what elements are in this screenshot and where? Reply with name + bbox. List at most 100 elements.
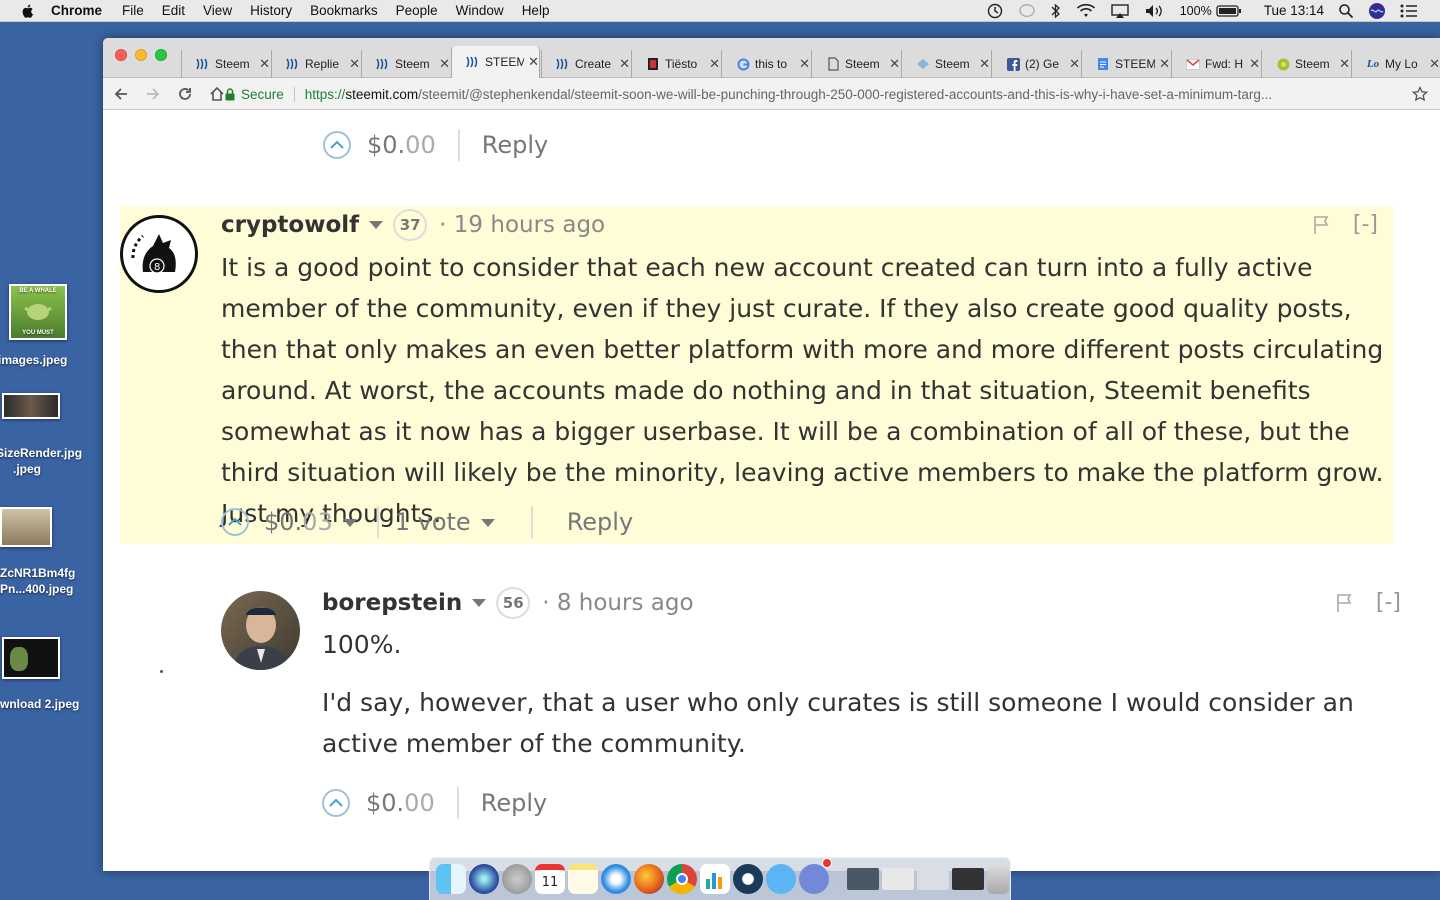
flag-icon[interactable]	[1336, 593, 1354, 613]
payout-amount[interactable]: $0.00	[367, 131, 436, 159]
menu-history[interactable]: History	[250, 3, 292, 18]
author-name[interactable]: borepstein	[322, 590, 462, 616]
collapse-toggle[interactable]: [-]	[1353, 212, 1378, 237]
payout-dropdown-icon[interactable]	[342, 519, 357, 527]
reply-link[interactable]: Reply	[481, 789, 547, 817]
author-name[interactable]: cryptowolf	[221, 212, 359, 238]
close-tab-icon[interactable]: ✕	[709, 56, 720, 72]
flag-icon[interactable]	[1313, 215, 1331, 235]
payout-amount[interactable]: $0.03	[264, 508, 357, 536]
minimize-window-button[interactable]	[135, 49, 147, 61]
tab-12[interactable]: Fwd: H ✕	[1171, 50, 1260, 78]
address-bar[interactable]: Secure https://steemit.com/steemit/@step…	[225, 82, 1428, 106]
close-tab-icon[interactable]: ✕	[1339, 56, 1350, 72]
siri-icon[interactable]	[469, 864, 499, 894]
tab-2[interactable]: Replie ✕	[271, 50, 360, 78]
reply-link[interactable]: Reply	[567, 508, 633, 536]
numbers-icon[interactable]	[700, 864, 730, 894]
url-text[interactable]: https://steemit.com/steemit/@stephenkend…	[305, 87, 1404, 102]
chrome-icon[interactable]	[667, 864, 697, 894]
desktop-file-sizerender[interactable]: SizeRender.jpg .jpeg	[0, 393, 100, 477]
reload-button[interactable]	[171, 82, 199, 106]
desktop-file-images-jpeg[interactable]: BE A WHALE YOU MUST images.jpeg	[0, 284, 88, 367]
author-dropdown-icon[interactable]	[472, 599, 487, 607]
siri-icon[interactable]	[1368, 2, 1386, 20]
spotlight-icon[interactable]	[1338, 3, 1354, 19]
upvote-button[interactable]	[221, 508, 249, 536]
notification-bubble-icon[interactable]	[1018, 3, 1036, 19]
window-thumb-4-icon[interactable]	[952, 868, 984, 890]
apple-menu-icon[interactable]	[20, 3, 36, 19]
tab-1[interactable]: Steem ✕	[181, 50, 270, 78]
menu-view[interactable]: View	[203, 3, 232, 18]
menubar-clock[interactable]: Tue 13:14	[1264, 3, 1324, 18]
calendar-icon[interactable]: 11	[535, 864, 565, 894]
menu-help[interactable]: Help	[522, 3, 550, 18]
menu-edit[interactable]: Edit	[162, 3, 185, 18]
payout-amount[interactable]: $0.00	[366, 789, 435, 817]
upvote-button[interactable]	[322, 789, 350, 817]
battery-icon[interactable]	[1216, 4, 1242, 18]
menu-bookmarks[interactable]: Bookmarks	[310, 3, 378, 18]
notification-center-icon[interactable]	[1400, 4, 1418, 18]
quicktime-icon[interactable]	[733, 864, 763, 894]
comment-timestamp[interactable]: · 19 hours ago	[439, 212, 605, 238]
reply-link[interactable]: Reply	[482, 131, 548, 159]
finder-icon[interactable]	[436, 864, 466, 894]
upvote-button[interactable]	[323, 131, 351, 159]
menu-people[interactable]: People	[396, 3, 438, 18]
close-tab-icon[interactable]: ✕	[1249, 56, 1260, 72]
window-thumb-3-icon[interactable]	[917, 868, 949, 890]
safari-icon[interactable]	[601, 864, 631, 894]
volume-icon[interactable]	[1144, 3, 1166, 19]
notes-icon[interactable]	[568, 864, 598, 894]
trash-icon[interactable]	[987, 864, 1009, 894]
tab-11[interactable]: STEEM ✕	[1081, 50, 1170, 78]
firefox-icon[interactable]	[634, 864, 664, 894]
zoom-window-button[interactable]	[155, 49, 167, 61]
close-tab-icon[interactable]: ✕	[528, 54, 539, 70]
close-tab-icon[interactable]: ✕	[349, 56, 360, 72]
avatar[interactable]: 8	[120, 215, 198, 293]
close-tab-icon[interactable]: ✕	[799, 56, 810, 72]
close-tab-icon[interactable]: ✕	[439, 56, 450, 72]
tab-9[interactable]: Steem ✕	[901, 50, 990, 78]
tab-4[interactable]: STEEM ✕	[451, 46, 540, 78]
back-button[interactable]	[107, 82, 135, 106]
tab-13[interactable]: Steem ✕	[1261, 50, 1350, 78]
menu-app-name[interactable]: Chrome	[51, 3, 102, 18]
close-tab-icon[interactable]: ✕	[979, 56, 990, 72]
launchpad-icon[interactable]	[502, 864, 532, 894]
close-tab-icon[interactable]: ✕	[259, 56, 270, 72]
votes-count[interactable]: 1 vote	[395, 508, 495, 536]
close-tab-icon[interactable]: ✕	[889, 56, 900, 72]
desktop-file-zcnr1bm4fg[interactable]: ZcNR1Bm4fg Pn...400.jpeg	[0, 507, 100, 597]
forward-button[interactable]	[139, 82, 167, 106]
bluetooth-icon[interactable]	[1050, 3, 1062, 19]
collapse-toggle[interactable]: [-]	[1376, 590, 1401, 615]
comment-timestamp[interactable]: · 8 hours ago	[542, 590, 693, 616]
messages-icon[interactable]	[766, 864, 796, 894]
close-tab-icon[interactable]: ✕	[1429, 56, 1440, 72]
close-tab-icon[interactable]: ✕	[1159, 56, 1170, 72]
bookmark-star-icon[interactable]	[1412, 86, 1428, 102]
author-dropdown-icon[interactable]	[369, 221, 384, 229]
discord-icon[interactable]	[799, 858, 832, 894]
close-tab-icon[interactable]: ✕	[619, 56, 630, 72]
time-machine-icon[interactable]	[986, 3, 1004, 19]
tab-3[interactable]: Steem ✕	[361, 50, 450, 78]
airplay-icon[interactable]	[1110, 3, 1130, 19]
votes-dropdown-icon[interactable]	[480, 519, 495, 527]
desktop-file-download2[interactable]: wnload 2.jpeg	[0, 637, 100, 711]
tab-14[interactable]: Lo My Lo ✕	[1351, 50, 1440, 78]
close-tab-icon[interactable]: ✕	[1069, 56, 1080, 72]
tab-8[interactable]: Steem ✕	[811, 50, 900, 78]
window-thumb-1-icon[interactable]	[847, 868, 879, 890]
avatar[interactable]	[221, 591, 300, 670]
menu-window[interactable]: Window	[456, 3, 504, 18]
close-window-button[interactable]	[115, 49, 127, 61]
tab-7[interactable]: this to ✕	[721, 50, 810, 78]
tab-6[interactable]: Tiësto ✕	[631, 50, 720, 78]
secure-indicator[interactable]: Secure	[225, 86, 295, 102]
window-thumb-2-icon[interactable]	[882, 868, 914, 890]
